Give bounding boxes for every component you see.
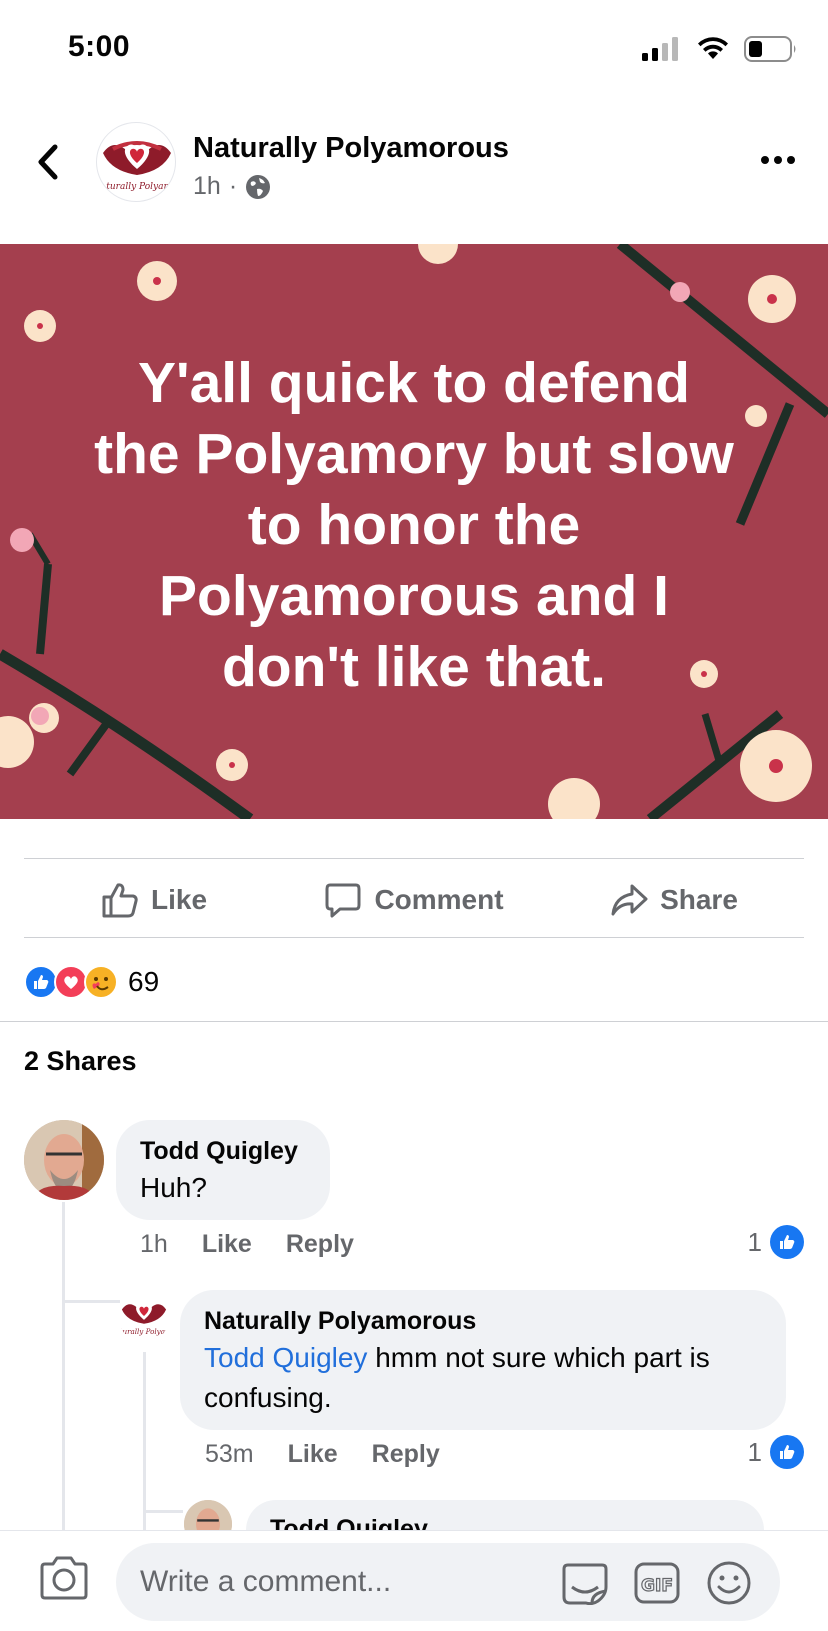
action-bar-bottom-divider bbox=[24, 937, 804, 938]
camera-button[interactable] bbox=[38, 1555, 90, 1601]
comment-like-button[interactable]: Like bbox=[202, 1230, 252, 1259]
emoji-button[interactable] bbox=[706, 1561, 752, 1605]
like-badge-icon bbox=[770, 1225, 804, 1259]
meta-separator: · bbox=[228, 172, 238, 200]
image-line-3: to honor the bbox=[247, 493, 581, 557]
status-time: 5:00 bbox=[68, 30, 131, 63]
sticker-icon bbox=[562, 1563, 608, 1606]
post-image-text: Y'all quick to defend the Polyamory but … bbox=[40, 348, 788, 703]
commenter-avatar[interactable] bbox=[24, 1120, 104, 1200]
like-label: Like bbox=[150, 884, 208, 915]
reply-avatar[interactable]: turally Polyar bbox=[118, 1290, 170, 1342]
section-divider bbox=[0, 1021, 828, 1022]
battery-icon bbox=[744, 36, 796, 62]
reply-author[interactable]: Naturally Polyamorous bbox=[204, 1304, 762, 1338]
page-logo-text: turally Polyar bbox=[106, 182, 168, 192]
reply-time[interactable]: 53m bbox=[205, 1440, 254, 1469]
image-line-2: the Polyamory but slow bbox=[94, 422, 734, 486]
chevron-left-icon bbox=[38, 144, 58, 180]
like-button[interactable]: Like bbox=[24, 860, 284, 940]
care-reaction-icon bbox=[84, 965, 118, 999]
gif-icon: GIF bbox=[634, 1562, 680, 1604]
reply-like-count[interactable]: 1 bbox=[748, 1435, 804, 1469]
thread-line bbox=[62, 1202, 65, 1530]
reply-actions: 53m Like Reply bbox=[205, 1440, 440, 1469]
reactions-summary[interactable]: 69 bbox=[24, 962, 159, 1002]
love-reaction-icon bbox=[54, 965, 88, 999]
reply-reply-button[interactable]: Reply bbox=[372, 1440, 440, 1469]
page-name[interactable]: Naturally Polyamorous bbox=[193, 132, 509, 165]
action-bar-top-divider bbox=[24, 858, 804, 859]
reaction-count: 69 bbox=[128, 966, 160, 997]
post-header: turally Polyar Naturally Polyamorous 1h … bbox=[0, 110, 828, 230]
reply-thread-line bbox=[143, 1352, 146, 1530]
comment-reply-button[interactable]: Reply bbox=[286, 1230, 354, 1259]
emoji-smile-icon bbox=[707, 1561, 751, 1605]
reply-thread-branch bbox=[143, 1510, 183, 1513]
share-button[interactable]: Share bbox=[544, 860, 804, 940]
page-avatar[interactable]: turally Polyar bbox=[96, 122, 176, 202]
back-button[interactable] bbox=[30, 138, 66, 186]
sticker-button[interactable] bbox=[562, 1561, 608, 1606]
reply-bubble[interactable]: Naturally Polyamorous Todd Quigley hmm n… bbox=[180, 1290, 786, 1430]
comment-author[interactable]: Todd Quigley bbox=[140, 1134, 306, 1168]
share-arrow-icon bbox=[611, 884, 648, 916]
thumbs-up-outline-icon bbox=[102, 883, 138, 918]
comment-time[interactable]: 1h bbox=[140, 1230, 168, 1259]
comment-like-number: 1 bbox=[747, 1226, 762, 1257]
camera-icon bbox=[40, 1556, 88, 1600]
post-image[interactable]: Y'all quick to defend the Polyamory but … bbox=[0, 244, 828, 819]
cellular-signal-icon bbox=[642, 37, 678, 61]
reply-like-number: 1 bbox=[747, 1436, 762, 1467]
post-time[interactable]: 1h bbox=[193, 172, 221, 201]
comment-actions: 1h Like Reply bbox=[140, 1230, 354, 1259]
comment-composer-bar: GIF bbox=[0, 1530, 828, 1631]
shares-count[interactable]: 2 Shares bbox=[24, 1046, 137, 1077]
reply-text: Todd Quigley hmm not sure which part is … bbox=[204, 1338, 762, 1418]
comment-bubble[interactable]: Todd Quigley Huh? bbox=[116, 1120, 330, 1220]
image-line-1: Y'all quick to defend bbox=[138, 351, 690, 415]
comment-label: Comment bbox=[374, 884, 504, 915]
thread-branch bbox=[62, 1300, 120, 1303]
comment-button[interactable]: Comment bbox=[284, 860, 544, 940]
comment-text: Huh? bbox=[140, 1172, 207, 1203]
reply-logo-text: turally Polyar bbox=[120, 1327, 169, 1336]
image-line-4: Polyamorous and I bbox=[159, 564, 669, 628]
share-label: Share bbox=[660, 884, 738, 915]
status-icons bbox=[642, 36, 798, 62]
reply-mention[interactable]: Todd Quigley bbox=[204, 1342, 367, 1373]
comment-like-count[interactable]: 1 bbox=[748, 1225, 804, 1259]
reply-like-button[interactable]: Like bbox=[288, 1440, 338, 1469]
post-meta: 1h · bbox=[193, 172, 271, 201]
post-action-bar: Like Comment Share bbox=[24, 860, 804, 940]
like-reaction-icon bbox=[24, 965, 58, 999]
svg-text:GIF: GIF bbox=[641, 1576, 673, 1596]
page-logo-icon: turally Polyar bbox=[103, 141, 171, 192]
more-horizontal-icon bbox=[761, 156, 795, 164]
more-options-button[interactable] bbox=[758, 148, 798, 172]
image-line-5: don't like that. bbox=[221, 635, 607, 699]
person-photo-icon bbox=[24, 1120, 104, 1200]
wifi-icon bbox=[698, 37, 728, 59]
page-logo-icon: turally Polyar bbox=[120, 1303, 169, 1336]
like-badge-icon bbox=[770, 1435, 804, 1469]
status-bar: 5:00 bbox=[0, 0, 828, 100]
gif-button[interactable]: GIF bbox=[634, 1561, 680, 1605]
globe-icon bbox=[246, 174, 271, 199]
comment-bubble-icon bbox=[325, 883, 361, 918]
comment-input[interactable] bbox=[116, 1543, 780, 1621]
